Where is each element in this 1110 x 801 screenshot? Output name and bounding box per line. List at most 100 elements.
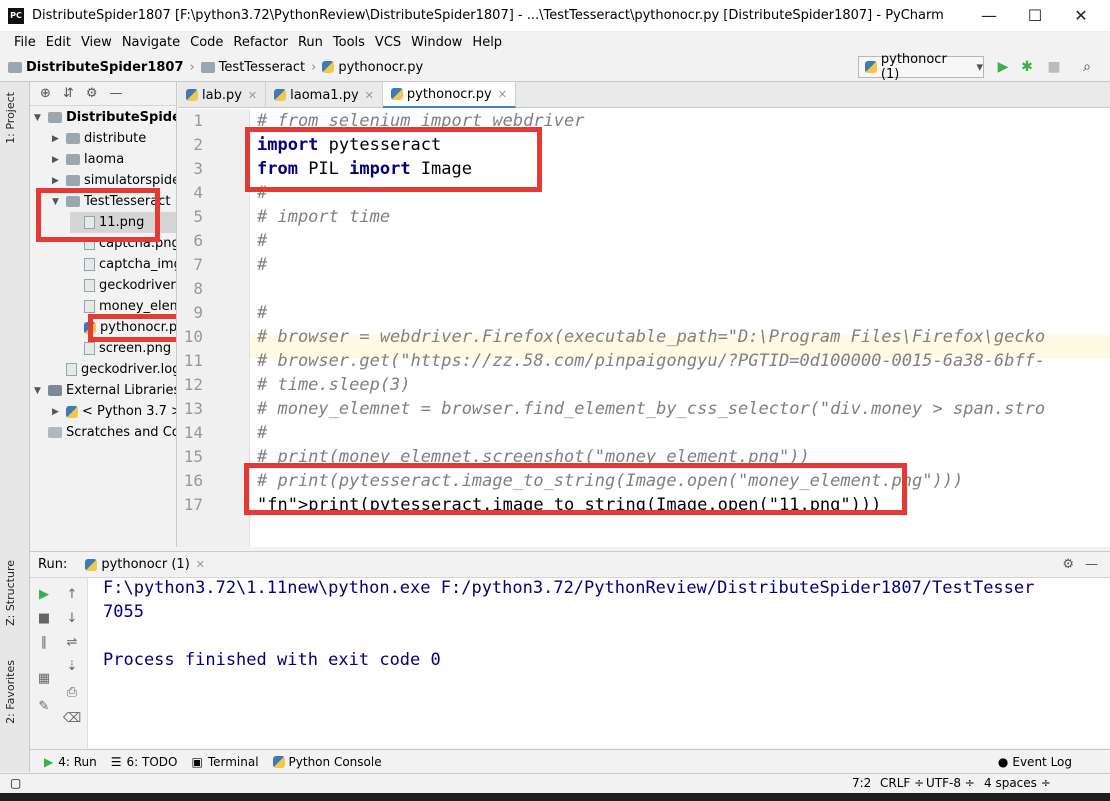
code-line[interactable]: # browser.get("https://zz.58.com/pinpaig… <box>257 351 1045 371</box>
code-line[interactable]: # <box>257 303 267 323</box>
project-tool-tab[interactable]: 1: Project <box>4 92 17 144</box>
chevron-right-icon: › <box>189 59 195 75</box>
tree-item[interactable]: captcha_img <box>70 254 177 275</box>
tab-todo[interactable]: ☰ 6: TODO <box>111 755 178 769</box>
tree-item[interactable]: ▼ External Libraries <box>34 380 176 401</box>
tree-item[interactable]: ▼ DistributeSpider1 <box>34 107 176 128</box>
stop-icon[interactable]: ■ <box>1045 58 1063 76</box>
rerun-icon[interactable]: ▶ <box>36 586 52 602</box>
run-icon[interactable]: ▶ <box>994 58 1012 76</box>
line-number: 10 <box>183 327 203 346</box>
debug-icon[interactable]: ✱ <box>1018 58 1036 76</box>
run-header: Run: pythonocr (1) ✕ ⚙ — <box>30 552 1110 578</box>
chevron-right-icon: › <box>311 59 317 75</box>
python-file-icon <box>274 89 287 101</box>
menu-help[interactable]: Help <box>472 35 502 50</box>
menu-navigate[interactable]: Navigate <box>122 35 180 50</box>
folder-icon <box>200 61 215 73</box>
menu-window[interactable]: Window <box>411 35 462 50</box>
pause-icon[interactable]: ∥ <box>36 634 52 650</box>
menu-run[interactable]: Run <box>298 35 323 50</box>
code-line[interactable]: # <box>257 231 267 251</box>
tab-laoma1[interactable]: laoma1.py ✕ <box>266 82 383 108</box>
gear-icon[interactable]: ⚙ <box>86 86 98 101</box>
tree-item[interactable]: ▶ laoma <box>52 149 124 170</box>
menu-edit[interactable]: Edit <box>46 35 71 50</box>
collapse-icon[interactable]: ⇵ <box>63 86 74 101</box>
chevron-right-icon[interactable]: ▶ <box>52 134 66 144</box>
title-bar: PC DistributeSpider1807 [F:\python3.72\P… <box>0 0 1110 31</box>
chevron-down-icon[interactable]: ▼ <box>34 386 48 396</box>
soft-wrap-icon[interactable]: ⇌ <box>64 634 80 650</box>
run-configuration-select[interactable]: pythonocr (1) ▾ <box>858 52 984 82</box>
favorites-tool-tab[interactable]: 2: Favorites <box>4 660 17 724</box>
chevron-right-icon[interactable]: ▶ <box>52 155 66 165</box>
trash-icon[interactable]: ⌫ <box>63 710 81 726</box>
line-separator[interactable]: CRLF ÷ <box>880 776 924 790</box>
tab-lab[interactable]: lab.py ✕ <box>178 82 267 108</box>
close-icon[interactable]: ✕ <box>365 89 374 102</box>
chevron-right-icon[interactable]: ▶ <box>52 407 66 417</box>
close-button[interactable]: ✕ <box>1058 0 1104 31</box>
code-line[interactable]: # money_elemnet = browser.find_element_b… <box>257 399 1045 419</box>
code-line[interactable]: # import time <box>257 207 390 227</box>
scratch-icon <box>48 427 62 438</box>
tab-label: Python Console <box>288 754 382 769</box>
tree-item-label: laoma <box>84 152 125 167</box>
tree-item-label: captcha_img <box>99 257 177 272</box>
search-icon[interactable]: ⌕ <box>1078 58 1096 76</box>
menu-code[interactable]: Code <box>190 35 223 50</box>
chevron-down-icon[interactable]: ▼ <box>34 113 48 123</box>
menu-tools[interactable]: Tools <box>333 35 365 50</box>
breadcrumb-file[interactable]: pythonocr.py <box>338 60 423 75</box>
tree-item[interactable]: geckodriver.log <box>52 359 176 380</box>
tree-item[interactable]: Scratches and Con <box>34 422 176 443</box>
menu-file[interactable]: File <box>14 35 36 50</box>
run-config-tab[interactable]: pythonocr (1) <box>101 557 189 572</box>
python-icon <box>272 755 285 768</box>
close-icon[interactable]: ✕ <box>196 558 205 571</box>
run-toolbar: ▶ ↑ ■ ↓ ∥ ⇌ ⇣ ▦ ⎙ ✎ ⌫ <box>30 578 88 748</box>
hide-icon[interactable]: — <box>109 86 122 101</box>
line-number: 12 <box>183 375 203 394</box>
stop-icon[interactable]: ■ <box>36 610 52 626</box>
menu-refactor[interactable]: Refactor <box>233 35 288 50</box>
tab-python-console[interactable]: Python Console <box>272 754 382 769</box>
indent-setting[interactable]: 4 spaces ÷ <box>984 776 1051 790</box>
file-encoding[interactable]: UTF-8 ÷ <box>926 776 975 790</box>
structure-tool-tab[interactable]: Z: Structure <box>4 560 17 626</box>
tab-run[interactable]: ▶ 4: Run <box>44 755 97 769</box>
layout-icon[interactable]: ▦ <box>36 670 52 686</box>
locate-icon[interactable]: ⊕ <box>40 86 51 101</box>
panel-toggle-icon[interactable]: ▢ <box>10 776 21 790</box>
hide-icon[interactable]: — <box>1085 557 1098 572</box>
code-editor[interactable]: lab.py ✕ laoma1.py ✕ pythonocr.py ✕ 1234567… <box>178 82 1110 547</box>
gear-icon[interactable]: ⚙ <box>1062 557 1074 572</box>
tree-item[interactable]: geckodriver <box>70 275 176 296</box>
caret-position[interactable]: 7:2 <box>852 776 871 790</box>
code-line[interactable]: # browser = webdriver.Firefox(executable… <box>257 327 1045 347</box>
tab-label: laoma1.py <box>290 87 359 103</box>
code-line[interactable]: # <box>257 423 267 443</box>
menu-view[interactable]: View <box>81 35 112 50</box>
breadcrumb-folder[interactable]: TestTesseract <box>219 60 305 75</box>
tree-item[interactable]: ▶ < Python 3.7 > <box>52 401 176 422</box>
menu-vcs[interactable]: VCS <box>375 35 401 50</box>
minimize-button[interactable]: — <box>966 0 1012 31</box>
down-icon[interactable]: ↓ <box>64 610 80 626</box>
close-icon[interactable]: ✕ <box>498 88 507 101</box>
print-icon[interactable]: ⎙ <box>64 684 80 700</box>
breadcrumb-project[interactable]: DistributeSpider1807 <box>26 60 184 75</box>
tab-pythonocr[interactable]: pythonocr.py ✕ <box>382 82 516 108</box>
code-line[interactable]: # <box>257 255 267 275</box>
code-line[interactable]: # time.sleep(3) <box>257 375 411 395</box>
event-log-button[interactable]: ● Event Log <box>998 755 1072 769</box>
chevron-right-icon[interactable]: ▶ <box>52 176 66 186</box>
scroll-to-end-icon[interactable]: ⇣ <box>64 658 80 674</box>
pin-icon[interactable]: ✎ <box>36 698 52 714</box>
tab-terminal[interactable]: ▣ Terminal <box>191 755 258 769</box>
maximize-button[interactable]: ☐ <box>1012 0 1058 31</box>
close-icon[interactable]: ✕ <box>248 89 257 102</box>
tree-item[interactable]: ▶ distribute <box>52 128 146 149</box>
up-icon[interactable]: ↑ <box>64 586 80 602</box>
